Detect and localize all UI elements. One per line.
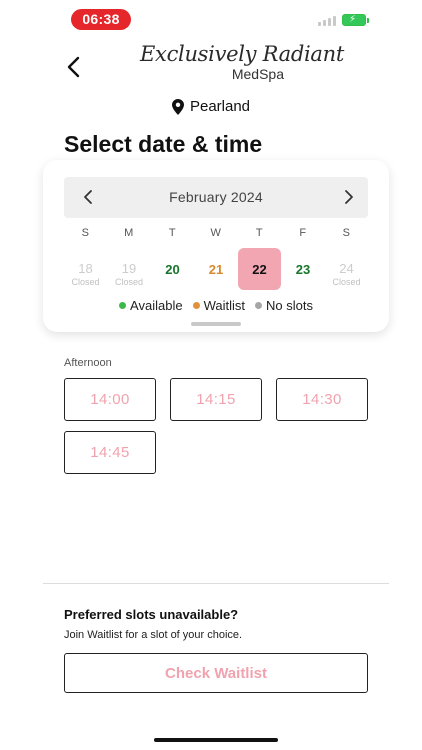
- afternoon-section-label: Afternoon: [64, 357, 112, 369]
- day-cell-24[interactable]: 24 Closed: [325, 248, 368, 290]
- preferred-unavailable-title: Preferred slots unavailable?: [64, 607, 239, 622]
- legend-label: Waitlist: [203, 298, 245, 313]
- legend-item-waitlist: Waitlist: [192, 298, 245, 313]
- home-indicator[interactable]: [154, 738, 278, 742]
- day-status-label: Closed: [332, 277, 361, 287]
- weekday-label: T: [255, 227, 264, 239]
- day-row: 18 Closed 19 Closed 20 21 22 23 24 Close…: [64, 248, 368, 290]
- status-indicators: ⚡: [318, 14, 369, 26]
- weekday-label: M: [124, 227, 134, 239]
- logo-subtitle: MedSpa: [231, 66, 284, 82]
- day-cell-19[interactable]: 19 Closed: [108, 248, 151, 290]
- location-selector[interactable]: Pearland: [0, 98, 422, 115]
- day-number: 23: [295, 262, 311, 277]
- preferred-unavailable-subtitle: Join Waitlist for a slot of your choice.: [64, 629, 243, 641]
- day-cell-22-selected[interactable]: 22: [238, 248, 281, 290]
- back-button[interactable]: [62, 54, 88, 80]
- logo-script: Exclusively Radiant: [140, 42, 344, 66]
- no-slots-dot-icon: [254, 302, 262, 309]
- calendar-card: February 2024 S M T W T F S 18 Closed 19…: [43, 160, 389, 332]
- day-cell-23[interactable]: 23: [282, 248, 325, 290]
- available-dot-icon: [119, 302, 127, 309]
- booking-screen: 06:38 ⚡ Exclusively Radiant MedSpa Pearl…: [0, 0, 422, 750]
- waitlist-dot-icon: [192, 302, 200, 309]
- day-cell-20[interactable]: 20: [151, 248, 194, 290]
- day-number: 21: [208, 262, 224, 277]
- legend-item-available: Available: [119, 298, 183, 313]
- chevron-left-icon: [67, 56, 80, 78]
- drag-handle[interactable]: [191, 322, 241, 326]
- page-title: Select date & time: [64, 131, 263, 157]
- day-number: 18: [78, 261, 93, 276]
- weekday-label: S: [81, 227, 90, 239]
- day-status-label: Closed: [114, 277, 143, 287]
- availability-legend: Available Waitlist No slots: [43, 298, 389, 313]
- day-number: 19: [121, 261, 137, 276]
- battery-icon: ⚡: [342, 14, 369, 26]
- weekday-label: W: [210, 227, 222, 239]
- day-cell-21[interactable]: 21: [195, 248, 238, 290]
- month-label: February 2024: [169, 189, 263, 205]
- time-slot-button[interactable]: 14:30: [276, 378, 368, 421]
- day-cell-18[interactable]: 18 Closed: [64, 248, 107, 290]
- map-pin-icon: [171, 98, 184, 115]
- section-divider: [43, 583, 389, 584]
- weekday-label: S: [342, 227, 351, 239]
- month-navigator: February 2024: [64, 177, 368, 218]
- weekday-header: S M T W T F S: [64, 227, 368, 239]
- weekday-label: T: [168, 227, 177, 239]
- time-slot-button[interactable]: 14:15: [170, 378, 262, 421]
- day-number: 22: [252, 262, 267, 277]
- check-waitlist-button[interactable]: Check Waitlist: [64, 653, 368, 693]
- weekday-label: F: [299, 227, 307, 239]
- status-time: 06:38: [71, 9, 131, 30]
- legend-label: Available: [130, 298, 183, 313]
- location-label: Pearland: [189, 98, 251, 115]
- day-number: 24: [339, 261, 354, 276]
- legend-label: No slots: [265, 298, 313, 313]
- next-month-button[interactable]: [340, 188, 356, 206]
- time-slot-grid: 14:00 14:15 14:30 14:45: [64, 378, 368, 474]
- brand-logo: Exclusively Radiant MedSpa: [140, 42, 344, 86]
- signal-icon: [318, 14, 336, 26]
- day-status-label: Closed: [71, 277, 100, 287]
- day-number: 20: [165, 262, 180, 277]
- time-slot-button[interactable]: 14:45: [64, 431, 156, 474]
- legend-item-no-slots: No slots: [254, 298, 313, 313]
- time-slot-button[interactable]: 14:00: [64, 378, 156, 421]
